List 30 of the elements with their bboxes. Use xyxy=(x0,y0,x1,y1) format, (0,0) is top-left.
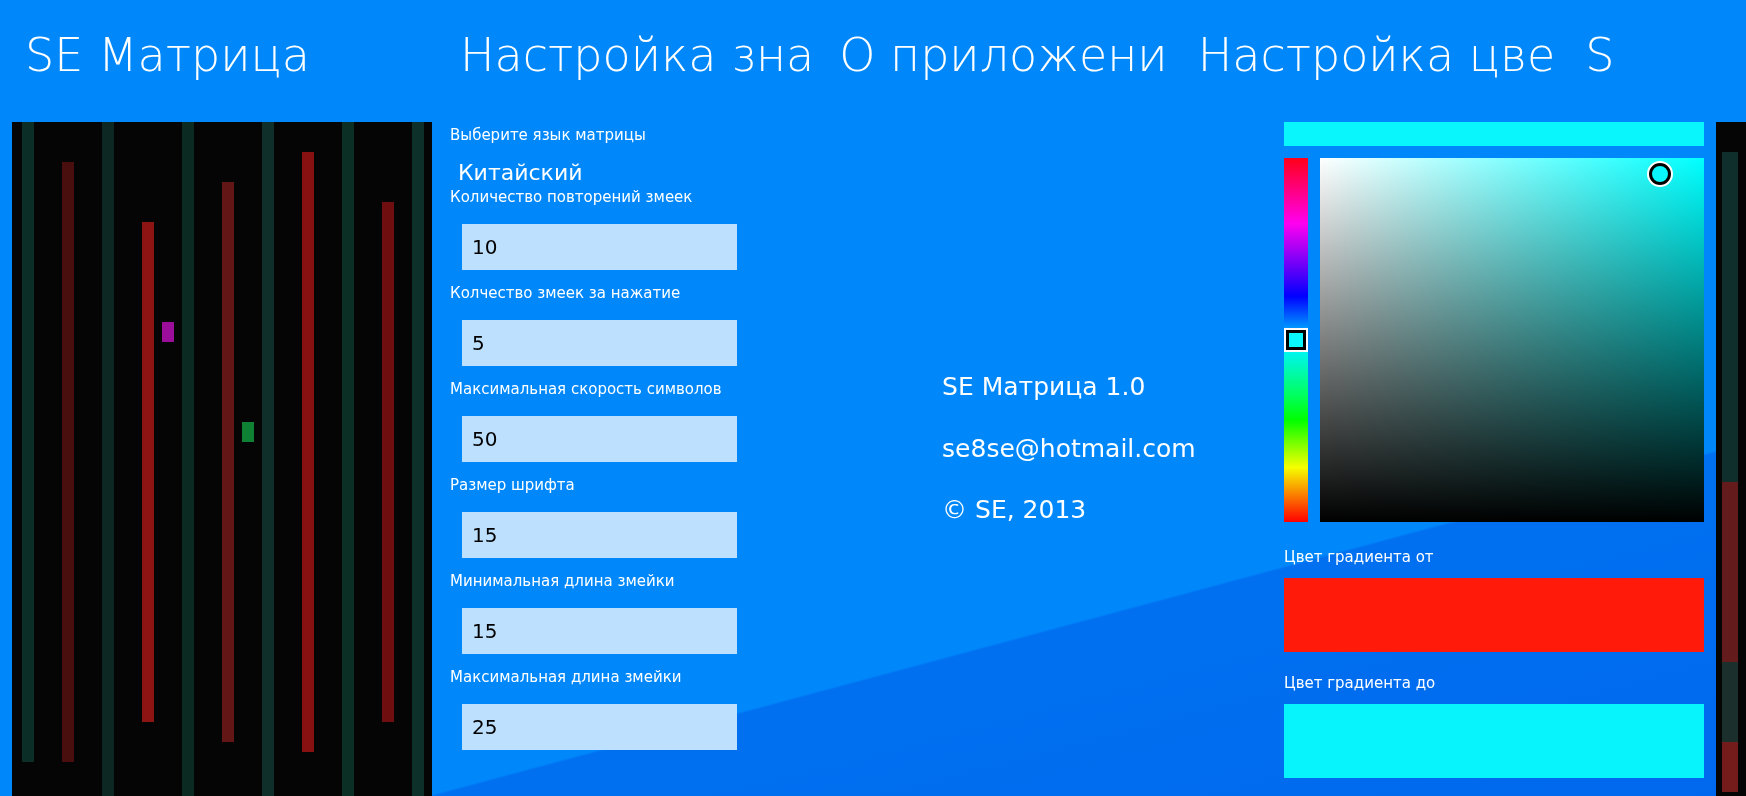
color-swatch[interactable] xyxy=(1284,704,1704,778)
language-dropdown[interactable]: Китайский xyxy=(458,162,583,184)
input-field[interactable]: 5 xyxy=(462,320,737,366)
input-field[interactable]: 25 xyxy=(462,704,737,750)
field-label: Цвет градиента от xyxy=(1284,548,1435,566)
section-header[interactable]: SE Матрица xyxy=(25,32,310,78)
field-label: Минимальная длина змейки xyxy=(450,572,676,590)
input-field[interactable]: 15 xyxy=(462,512,737,558)
section-header[interactable]: S xyxy=(1585,32,1615,78)
about-text: se8se@hotmail.com xyxy=(942,432,1197,465)
input-field[interactable]: 50 xyxy=(462,416,737,462)
section-header[interactable]: Настройка цве xyxy=(1197,32,1556,78)
field-label: Количество повторений змеек xyxy=(450,188,694,206)
about-text: © SE, 2013 xyxy=(942,494,1088,526)
field-label: Цвет градиента до xyxy=(1284,674,1437,692)
section-header[interactable]: О приложени xyxy=(839,32,1168,78)
field-label: Выберите язык матрицы xyxy=(450,126,647,144)
picker-thumb[interactable] xyxy=(1648,163,1671,186)
hue-slider[interactable] xyxy=(1284,158,1308,522)
section-header[interactable]: Настройка зна xyxy=(460,32,815,78)
field-label: Колчество змеек за нажатие xyxy=(450,284,682,302)
input-field[interactable]: 10 xyxy=(462,224,737,270)
about-text: SE Матрица 1.0 xyxy=(942,371,1147,403)
color-swatch[interactable] xyxy=(1284,578,1704,652)
field-label: Максимальная скорость символов xyxy=(450,380,723,398)
field-label: Размер шрифта xyxy=(450,476,576,494)
field-label: Максимальная длина змейки xyxy=(450,668,683,686)
color-square[interactable] xyxy=(1320,158,1704,522)
input-field[interactable]: 15 xyxy=(462,608,737,654)
slider-thumb[interactable] xyxy=(1284,328,1308,352)
